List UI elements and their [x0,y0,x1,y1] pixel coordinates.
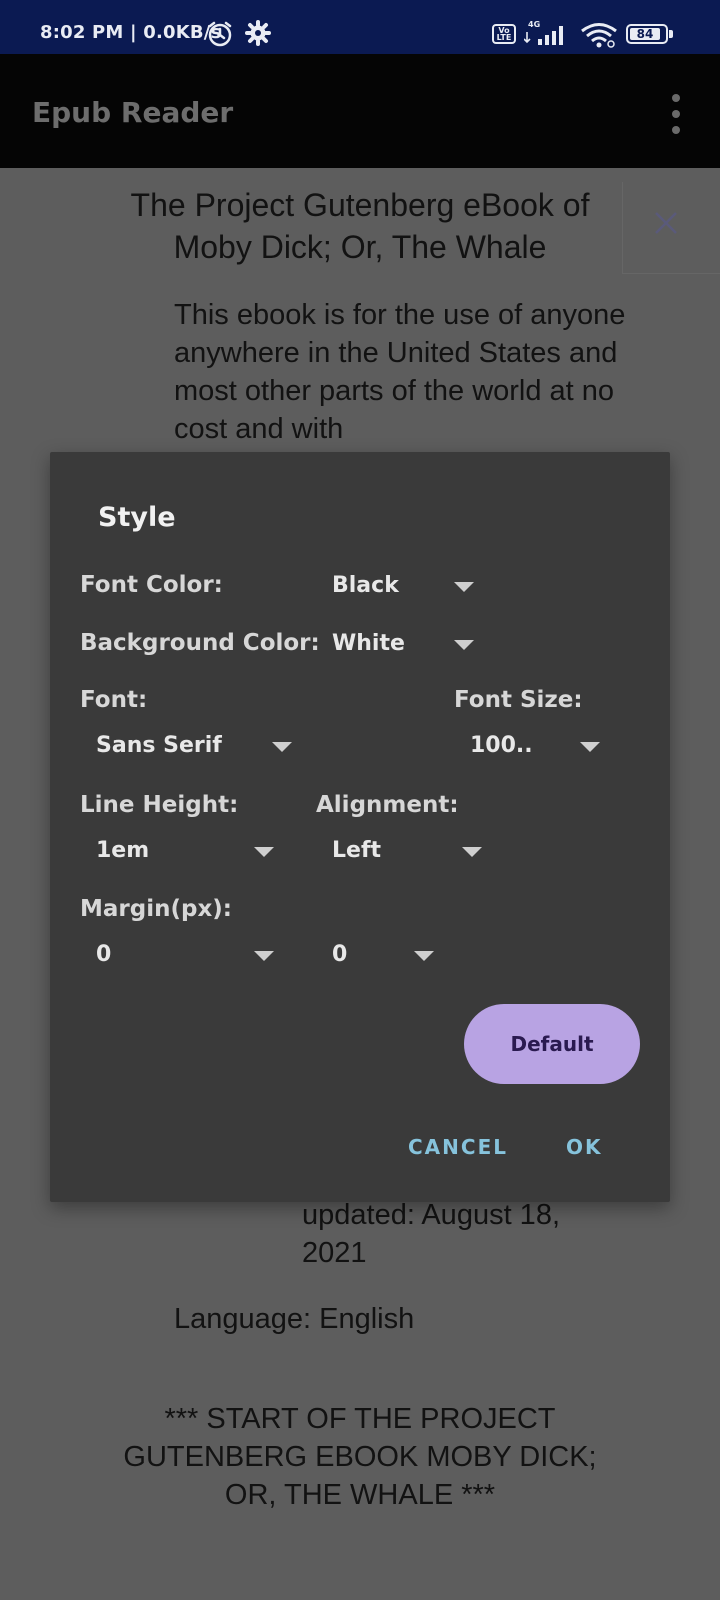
font-color-label: Font Color: [80,572,223,598]
more-vert-icon[interactable] [664,94,688,134]
background-color-label: Background Color: [80,630,320,656]
cancel-button[interactable]: CANCEL [408,1135,508,1159]
app-title: Epub Reader [32,96,234,129]
line-height-label: Line Height: [80,792,239,818]
margin-value-1: 0 [96,942,112,967]
status-time: 8:02 PM | 0.0KB/s [40,22,222,43]
book-start-marker: *** START OF THE PROJECT GUTENBERG EBOOK… [123,1403,597,1511]
alarm-icon [206,20,234,52]
battery-tip [669,30,673,38]
book-language: Language: English [174,1303,415,1335]
margin-value-2: 0 [332,942,348,967]
line-height-value: 1em [96,838,150,863]
close-icon [653,210,679,241]
dialog-title: Style [98,502,176,533]
margin-label: Margin(px): [80,896,232,922]
wifi-icon [580,22,618,52]
status-bar: 8:02 PM | 0.0KB/s Vo LTE 4G 84 [0,0,720,54]
book-heading: The Project Gutenberg eBook of Moby Dick… [130,187,590,265]
app-bar: Epub Reader [0,54,720,168]
font-value: Sans Serif [96,733,222,758]
alignment-value: Left [332,838,382,863]
chevron-down-icon [254,951,274,961]
chevron-down-icon [454,640,474,650]
font-size-label: Font Size: [454,687,583,713]
font-label: Font: [80,687,148,713]
chevron-down-icon [580,742,600,752]
font-size-value: 100.. [470,733,533,758]
background-color-value: White [332,631,405,656]
book-paragraph: This ebook is for the use of anyone anyw… [174,299,626,445]
chevron-down-icon [254,847,274,857]
alignment-label: Alignment: [316,792,459,818]
battery-icon: 84 [626,24,668,44]
close-button[interactable] [622,182,720,274]
ok-button[interactable]: OK [566,1135,603,1159]
chevron-down-icon [272,742,292,752]
chevron-down-icon [462,847,482,857]
chevron-down-icon [414,951,434,961]
settings-gear-icon [245,20,271,50]
default-button[interactable]: Default [464,1004,640,1084]
battery-level: 84 [630,28,660,40]
font-color-value: Black [332,573,399,598]
signal-icon [523,24,570,50]
chevron-down-icon [454,582,474,592]
book-updated: updated: August 18, 2021 [302,1199,560,1269]
style-dialog: Style Font Color: Black Background Color… [50,452,670,1202]
volte-icon: Vo LTE [492,24,516,44]
